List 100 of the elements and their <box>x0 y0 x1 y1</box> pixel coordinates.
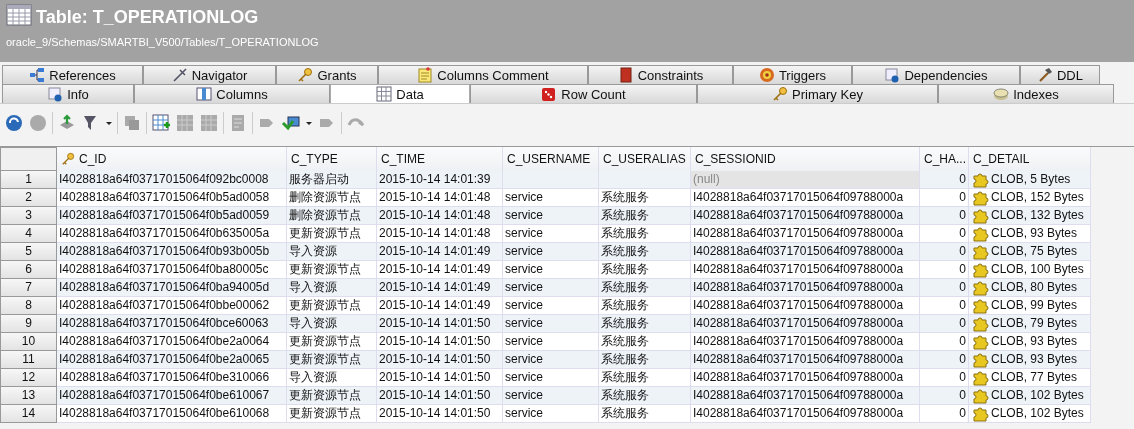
book-icon <box>617 67 634 83</box>
target-icon <box>758 67 775 83</box>
table-cell: 0 <box>920 351 969 369</box>
refresh-icon[interactable] <box>4 113 24 133</box>
table-cell: service <box>503 279 599 297</box>
tab[interactable]: Row Count <box>470 84 697 103</box>
tab[interactable]: Constraints <box>588 65 733 84</box>
row-number[interactable]: 14 <box>0 405 57 423</box>
puzzle-icon <box>971 207 989 224</box>
tab[interactable]: Navigator <box>143 65 276 84</box>
dice-icon <box>541 86 558 102</box>
tab[interactable]: Triggers <box>733 65 852 84</box>
table-cell: I4028818a64f03717015064f09788000a <box>691 243 920 261</box>
column-header[interactable]: C_TYPE <box>287 147 377 171</box>
row-number[interactable]: 5 <box>0 243 57 261</box>
object-path: oracle_9/Schemas/SMARTBI_V500/Tables/T_OPERATIONLOG <box>6 36 320 48</box>
row-number[interactable]: 3 <box>0 207 57 225</box>
tab[interactable]: References <box>2 65 143 84</box>
table-cell: 系统服务 <box>599 387 691 405</box>
table-cell: service <box>503 225 599 243</box>
row-number[interactable]: 10 <box>0 333 57 351</box>
copy-icon[interactable] <box>122 113 142 133</box>
stack-icon <box>993 86 1010 102</box>
column-header[interactable]: C_USERNAME <box>503 147 599 171</box>
tab[interactable]: DDL <box>1020 65 1100 84</box>
column-header[interactable]: C_USERALIAS <box>599 147 691 171</box>
tab[interactable]: Dependencies <box>852 65 1020 84</box>
puzzle-icon <box>971 387 989 404</box>
table-cell: I4028818a64f03717015064f0bce60063 <box>57 315 287 333</box>
tab[interactable]: Data <box>330 84 470 103</box>
table-cell: 2015-10-14 14:01:50 <box>377 351 503 369</box>
row-number[interactable]: 12 <box>0 369 57 387</box>
tab[interactable]: Primary Key <box>697 84 938 103</box>
table-cell: CLOB, 79 Bytes <box>991 315 1078 332</box>
table-cell: 0 <box>920 333 969 351</box>
tab[interactable]: Indexes <box>938 84 1114 103</box>
grid-icon[interactable] <box>199 113 219 133</box>
column-header[interactable]: C_HA... <box>920 147 969 171</box>
puzzle-icon <box>971 351 989 368</box>
table-cell: 2015-10-14 14:01:50 <box>377 405 503 423</box>
table-cell: 系统服务 <box>599 207 691 225</box>
tab[interactable]: Columns Comment <box>378 65 588 84</box>
row-number[interactable]: 9 <box>0 315 57 333</box>
table-cell: I4028818a64f03717015064f0b635005a <box>57 225 287 243</box>
column-header[interactable]: C_SESSIONID <box>691 147 920 171</box>
tab[interactable]: Grants <box>276 65 378 84</box>
table-cell: I4028818a64f03717015064f0be610068 <box>57 405 287 423</box>
puzzle-icon <box>971 279 989 296</box>
table-cell: service <box>503 333 599 351</box>
table-cell: service <box>503 207 599 225</box>
table-cell: (null) <box>691 171 920 189</box>
add-row-icon[interactable] <box>151 113 171 133</box>
row-number[interactable]: 7 <box>0 279 57 297</box>
table-cell: 系统服务 <box>599 405 691 423</box>
table-cell: I4028818a64f03717015064f09788000a <box>691 333 920 351</box>
table-cell: 2015-10-14 14:01:48 <box>377 189 503 207</box>
row-number[interactable]: 6 <box>0 261 57 279</box>
table-cell: 0 <box>920 243 969 261</box>
row-number[interactable]: 13 <box>0 387 57 405</box>
cols-icon <box>196 86 213 102</box>
tab[interactable]: Info <box>2 84 134 103</box>
table-cell: service <box>503 405 599 423</box>
table-cell: 系统服务 <box>599 261 691 279</box>
table-cell: I4028818a64f03717015064f0be2a0065 <box>57 351 287 369</box>
key-icon <box>297 67 314 83</box>
table-cell: CLOB, 93 Bytes <box>991 333 1078 350</box>
table-cell: 0 <box>920 405 969 423</box>
table-cell: 系统服务 <box>599 297 691 315</box>
apply-icon[interactable] <box>281 113 301 133</box>
hammer-icon <box>1037 67 1053 83</box>
table-cell: service <box>503 243 599 261</box>
row-number[interactable]: 11 <box>0 351 57 369</box>
puzzle-icon <box>971 369 989 386</box>
table-cell: I4028818a64f03717015064f0b5ad0058 <box>57 189 287 207</box>
table-cell: I4028818a64f03717015064f09788000a <box>691 279 920 297</box>
table-cell: 导入资源 <box>287 315 377 333</box>
row-number[interactable]: 8 <box>0 297 57 315</box>
column-header[interactable]: C_TIME <box>377 147 503 171</box>
table-cell: 更新资源节点 <box>287 351 377 369</box>
table-cell: 系统服务 <box>599 243 691 261</box>
table-cell: I4028818a64f03717015064f09788000a <box>691 261 920 279</box>
table-cell: 0 <box>920 207 969 225</box>
row-number[interactable]: 4 <box>0 225 57 243</box>
column-header[interactable]: C_DETAIL <box>969 147 1091 171</box>
column-header[interactable]: C_ID <box>57 147 287 171</box>
table-cell: I4028818a64f03717015064f0b93b005b <box>57 243 287 261</box>
table-cell: 0 <box>920 279 969 297</box>
table-cell: 系统服务 <box>599 279 691 297</box>
table-cell: 导入资源 <box>287 243 377 261</box>
table-cell: 0 <box>920 297 969 315</box>
table-cell: CLOB, 102 Bytes <box>991 405 1084 422</box>
table-cell: 更新资源节点 <box>287 333 377 351</box>
row-number[interactable]: 1 <box>0 171 57 189</box>
table-cell: CLOB, 93 Bytes <box>991 225 1078 242</box>
tab[interactable]: Columns <box>134 84 330 103</box>
grid-icon[interactable] <box>175 113 195 133</box>
table-cell: 0 <box>920 261 969 279</box>
row-number[interactable]: 2 <box>0 189 57 207</box>
table-cell: 2015-10-14 14:01:50 <box>377 315 503 333</box>
table-cell: 0 <box>920 369 969 387</box>
